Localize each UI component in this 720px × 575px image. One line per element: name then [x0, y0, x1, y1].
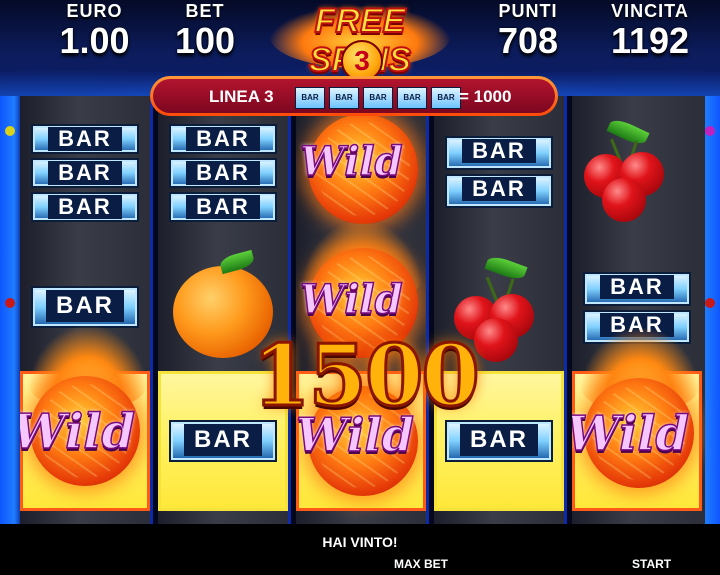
- win-amount: 1500: [251, 325, 482, 427]
- mini-bar-icon: BAR: [431, 87, 461, 109]
- bar-block: BAR: [583, 272, 691, 306]
- vincita-label: VINCITA: [611, 1, 689, 21]
- bar-block: BAR: [31, 158, 139, 188]
- bar-block: BAR: [445, 136, 553, 170]
- bar-text: BAR: [462, 177, 536, 201]
- reel-1: BAR BAR BAR BAR Wild: [20, 96, 153, 524]
- max-bet-button[interactable]: MAX BET: [394, 557, 448, 571]
- bar-text: BAR: [46, 290, 124, 322]
- bar-text: BAR: [186, 195, 260, 219]
- wild-symbol-text: Wild: [299, 137, 403, 186]
- winning-line-inner: LINEA 3 BAR BAR BAR BAR BAR = 1000: [153, 79, 555, 113]
- payline-marker-left: [5, 126, 15, 136]
- line-symbols: BAR BAR BAR BAR BAR: [295, 85, 465, 109]
- bar-block: BAR: [169, 158, 277, 188]
- triple-bar-symbol: BAR BAR BAR: [169, 124, 277, 226]
- cherry-leaf-icon: [484, 253, 528, 283]
- start-button[interactable]: START: [632, 557, 671, 571]
- bet-value: 100: [174, 20, 236, 61]
- wild-symbol-text: Wild: [20, 403, 136, 461]
- triple-bar-symbol: BAR BAR BAR: [31, 124, 139, 226]
- bar-text: BAR: [48, 195, 122, 219]
- mini-bar-icon: BAR: [363, 87, 393, 109]
- reel-3: Wild Wild Wild: [296, 96, 429, 524]
- mini-bar-icon: BAR: [397, 87, 427, 109]
- bar-block: BAR: [445, 420, 553, 462]
- payline-marker-right: [705, 298, 715, 308]
- bet-stat: BET 100: [160, 0, 250, 60]
- punti-value: 708: [497, 20, 559, 61]
- bar-text: BAR: [48, 161, 122, 185]
- line-label: LINEA 3: [209, 87, 274, 106]
- reel-2: BAR BAR BAR BAR: [158, 96, 291, 524]
- single-bar-symbol: BAR: [445, 420, 553, 466]
- bar-text: BAR: [462, 139, 536, 163]
- bar-block: BAR: [31, 192, 139, 222]
- euro-label: EURO: [66, 1, 123, 21]
- bar-text: BAR: [186, 127, 260, 151]
- reel-5: BAR BAR Wild: [572, 96, 705, 524]
- reel-4: BAR BAR BAR: [434, 96, 567, 524]
- euro-stat: EURO 1.00: [42, 0, 147, 60]
- bet-label: BET: [185, 1, 225, 21]
- payline-marker-right: [705, 126, 715, 136]
- bar-block: BAR: [445, 174, 553, 208]
- bar-text: BAR: [186, 161, 260, 185]
- bar-text: BAR: [48, 127, 122, 151]
- punti-label: PUNTI: [498, 1, 558, 21]
- winning-line-panel: LINEA 3 BAR BAR BAR BAR BAR = 1000: [150, 76, 558, 116]
- bar-block: BAR: [169, 192, 277, 222]
- punti-stat: PUNTI 708: [478, 0, 578, 60]
- single-bar-symbol: BAR: [169, 420, 277, 466]
- win-message: HAI VINTO!: [322, 534, 398, 550]
- cherry-icon: [602, 178, 646, 222]
- wild-symbol-text: Wild: [299, 275, 403, 324]
- double-bar-symbol: BAR BAR: [445, 136, 553, 212]
- reels: BAR BAR BAR BAR Wild BAR BAR BAR BAR Wil…: [20, 96, 705, 524]
- payline-marker-left: [5, 298, 15, 308]
- bar-text: BAR: [600, 275, 674, 299]
- bar-block: BAR: [169, 420, 277, 462]
- bar-text: BAR: [460, 424, 538, 456]
- bar-block: BAR: [169, 124, 277, 154]
- bar-block: BAR: [31, 124, 139, 154]
- mini-bar-icon: BAR: [295, 87, 325, 109]
- wild-symbol-text: Wild: [572, 405, 690, 463]
- mini-bar-icon: BAR: [329, 87, 359, 109]
- line-payout: = 1000: [459, 87, 512, 106]
- vincita-value: 1192: [610, 20, 690, 61]
- euro-value: 1.00: [59, 20, 130, 61]
- vincita-stat: VINCITA 1192: [585, 0, 715, 60]
- bar-block: BAR: [31, 286, 139, 328]
- bar-text: BAR: [184, 424, 262, 456]
